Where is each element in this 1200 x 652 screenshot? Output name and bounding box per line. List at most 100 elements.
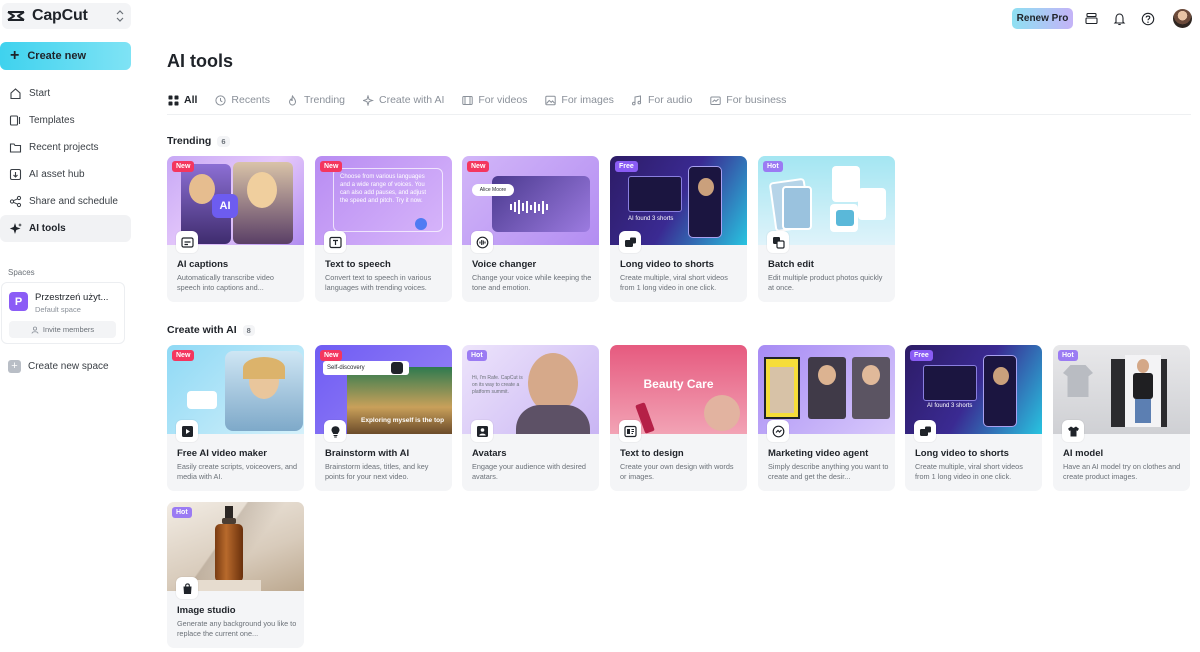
tool-card-ai-model[interactable]: Hot AI model Have an AI model try on clo… [1053,345,1190,491]
sidebar-item-templates[interactable]: Templates [0,107,131,134]
voice-icon [471,231,493,253]
ai-found-label: AI found 3 shorts [628,216,674,222]
card-description: Automatically transcribe video speech in… [177,273,274,292]
card-description: Create multiple, viral short videos from… [620,273,728,292]
speaker-name: Alice Moore [472,184,514,196]
tab-for-audio[interactable]: For audio [631,90,692,110]
sidebar-item-ai-asset-hub[interactable]: AI asset hub [0,161,131,188]
card-description: Edit multiple product photos quickly at … [768,273,883,292]
lightbulb-icon [324,420,346,442]
tool-card-image-studio[interactable]: Hot Image studio Generate any background… [167,502,304,648]
shorts-icon [914,420,936,442]
tool-card-long-video-to-shorts[interactable]: AI found 3 shorts Free Long video to sho… [610,156,747,302]
card-description: Have an AI model try on clothes and crea… [1063,462,1181,481]
tab-for-images[interactable]: For images [544,90,614,110]
invite-members-label: Invite members [42,325,95,334]
sidebar-item-ai-tools[interactable]: AI tools [0,215,131,242]
card-title: Avatars [472,448,507,459]
tab-label: For images [561,94,614,106]
tool-card-long-video-to-shorts-2[interactable]: AI found 3 shorts Free Long video to sho… [905,345,1042,491]
invite-members-button[interactable]: Invite members [9,321,116,338]
card-title: Image studio [177,605,236,616]
capcut-logo-icon [6,7,28,25]
tool-card-batch-edit[interactable]: Hot Batch edit Edit multiple product pho… [758,156,895,302]
tab-create-with-ai[interactable]: Create with AI [362,90,444,110]
tab-for-videos[interactable]: For videos [461,90,527,110]
tab-for-business[interactable]: For business [709,90,786,110]
sidebar-nav: Start Templates Recent projects AI asset… [0,80,131,242]
help-icon[interactable] [1140,11,1155,26]
card-description: Change your voice while keeping the tone… [472,273,592,292]
card-title: AI captions [177,259,229,270]
card-title: AI model [1063,448,1104,459]
space-card[interactable]: P Przestrzeń użyt... Default space Invit… [1,282,125,344]
tool-card-avatars[interactable]: Hi, I'm Rafe. CapCut is on its way to cr… [462,345,599,491]
tool-card-text-to-speech[interactable]: Choose from various languages and a wide… [315,156,452,302]
tool-card-text-to-design[interactable]: Beauty Care Text to design Create your o… [610,345,747,491]
section-trending-title: Trending 6 [167,135,230,147]
shirt-icon [1062,420,1084,442]
space-subtitle: Default space [35,305,81,314]
tab-recents[interactable]: Recents [214,90,270,110]
badge-hot: Hot [172,507,192,518]
batch-icon [767,231,789,253]
text-to-speech-icon [324,231,346,253]
card-description: Convert text to speech in various langua… [325,273,432,292]
sidebar: CapCut + Create new Start Templates Rece… [0,0,140,652]
sparkle-icon [8,222,22,236]
product-bag-icon [176,577,198,599]
bell-icon[interactable] [1112,11,1127,26]
asset-hub-icon [8,168,22,182]
tab-all[interactable]: All [167,90,197,110]
tool-card-voice-changer[interactable]: Alice Moore New Voice changer Change you… [462,156,599,302]
create-new-label: Create new [27,50,87,62]
tool-card-ai-captions[interactable]: AI New AI captions Automatically transcr… [167,156,304,302]
plus-icon: + [8,360,21,373]
tab-label: Recents [231,94,270,106]
avatar-script: Hi, I'm Rafe. CapCut is on its way to cr… [472,375,523,395]
briefcase-icon [709,94,721,106]
ai-found-label: AI found 3 shorts [927,403,973,409]
section-count-badge: 8 [242,324,255,336]
create-new-space-button[interactable]: + Create new space [8,360,109,373]
sidebar-item-label: Templates [29,115,75,126]
layers-icon[interactable] [1084,11,1099,26]
workspace-switcher[interactable]: CapCut [2,3,131,29]
app-name: CapCut [32,7,88,24]
tab-label: All [184,94,198,106]
sidebar-item-share-and-schedule[interactable]: Share and schedule [0,188,131,215]
badge-new: New [172,350,195,361]
share-icon [8,195,22,209]
section-create-with-ai-title: Create with AI 8 [167,324,255,336]
shorts-icon [619,231,641,253]
design-headline: Beauty Care [643,377,714,391]
card-title: Text to design [620,448,684,459]
home-icon [8,87,22,101]
card-description: Generate any background you like to repl… [177,619,297,638]
sidebar-item-recent-projects[interactable]: Recent projects [0,134,131,161]
renew-pro-button[interactable]: Renew Pro [1012,8,1073,29]
card-title: Free AI video maker [177,448,267,459]
badge-new: New [320,350,343,361]
space-avatar: P [9,292,28,311]
tool-card-marketing-video-agent[interactable]: Marketing video agent Simply describe an… [758,345,895,491]
card-title: Marketing video agent [768,448,869,459]
sidebar-item-label: Start [29,88,51,99]
tab-trending[interactable]: Trending [287,90,345,110]
card-description: Simply describe anything you want to cre… [768,462,889,481]
card-title: Brainstorm with AI [325,448,410,459]
sidebar-item-start[interactable]: Start [0,80,131,107]
tabs-divider [167,114,1191,115]
section-title-text: Create with AI [167,324,237,336]
user-avatar[interactable] [1173,9,1192,28]
sidebar-item-label: AI asset hub [29,169,85,180]
grid-icon [167,94,179,106]
image-icon [544,94,556,106]
tool-card-free-ai-video-maker[interactable]: New Free AI video maker Easily create sc… [167,345,304,491]
tab-label: For business [726,94,787,106]
card-description: Easily create scripts, voiceovers, and m… [177,462,298,481]
create-new-button[interactable]: + Create new [0,42,131,70]
tool-card-brainstorm-with-ai[interactable]: Self-discovery Exploring myself is the t… [315,345,452,491]
card-description: Create your own design with words or ima… [620,462,734,481]
badge-new: New [320,161,343,172]
